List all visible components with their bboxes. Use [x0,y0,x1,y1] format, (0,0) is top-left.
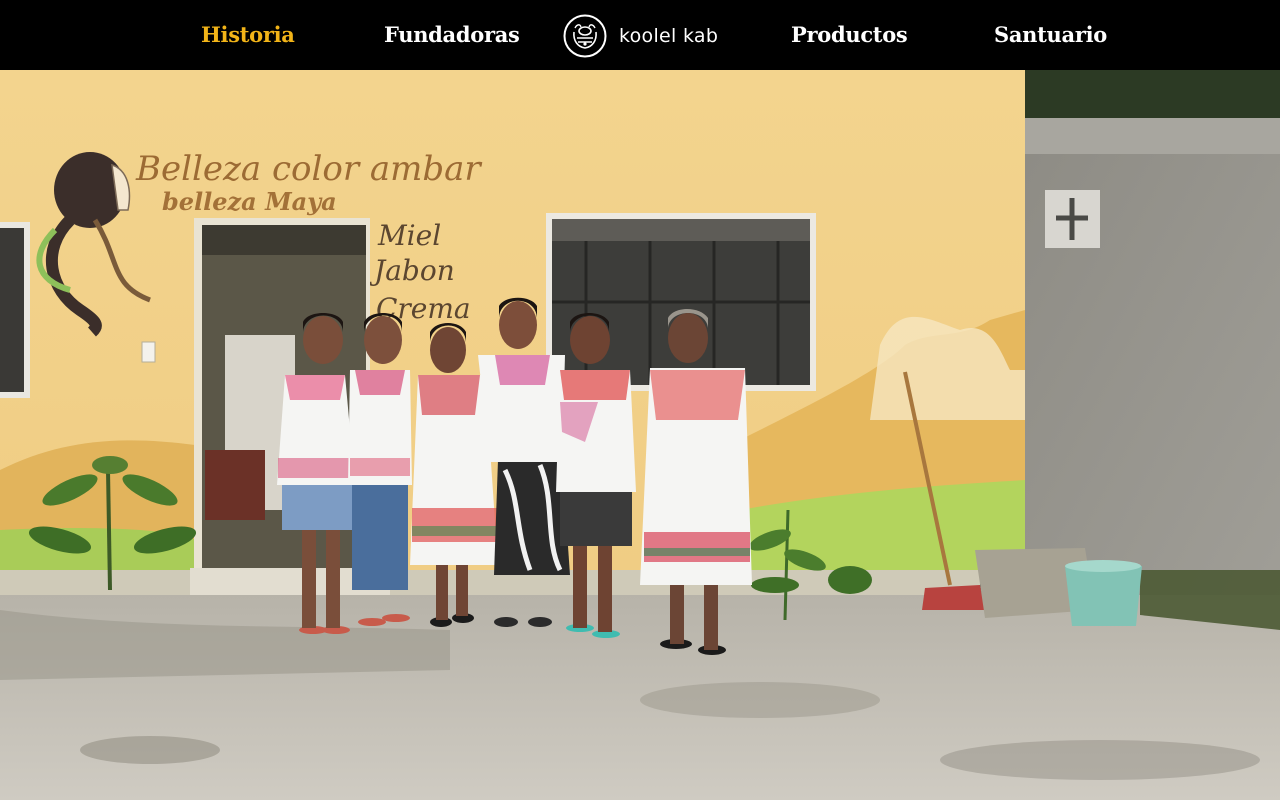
nav-link-santuario[interactable]: Santuario [994,20,1107,50]
bucket [1065,560,1142,626]
hero-illustration: Belleza color ambar belleza Maya Miel Ja… [0,70,1280,800]
wall-text-line3: Miel [377,219,441,252]
barred-window [546,213,816,391]
nav-link-productos[interactable]: Productos [791,20,908,50]
nav-link-fundadoras[interactable]: Fundadoras [384,20,520,50]
wall-text-line2: belleza Maya [162,187,337,216]
wall-text-line1: Belleza color ambar [135,149,482,189]
logo-text: koolel kab [619,25,719,47]
top-navigation: Historia Fundadoras koolel kab Productos… [0,0,1280,70]
bee-logo-icon [563,14,607,58]
hero-photo: Belleza color ambar belleza Maya Miel Ja… [0,70,1280,800]
nav-link-historia[interactable]: Historia [201,20,295,50]
wall-text-line4: Jabon [369,254,455,287]
page: Historia Fundadoras koolel kab Productos… [0,0,1280,800]
home-logo-link[interactable]: koolel kab [563,13,718,59]
